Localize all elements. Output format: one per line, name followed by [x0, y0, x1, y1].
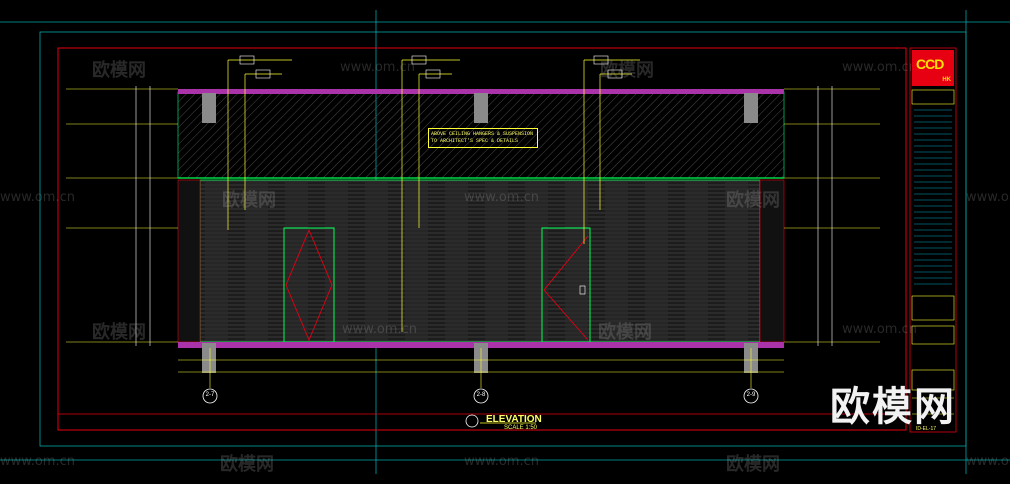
watermark-url-2: www.om.cn [842, 60, 917, 75]
ceiling-note: ABOVE CEILING HANGERS & SUSPENSION TO AR… [428, 128, 538, 148]
watermark-url-7: www.om.cn [842, 322, 917, 337]
logo-sub: HK [942, 77, 951, 83]
column-top-2 [474, 93, 488, 123]
grid-label-2-7: 2-7 [205, 392, 215, 398]
grid-label-2-9: 2-9 [746, 392, 756, 398]
drawing-scale: SCALE 1:50 [504, 425, 538, 431]
watermark-brand-4: 欧模网 [726, 190, 780, 211]
grid-label-2-8: 2-8 [476, 392, 486, 398]
watermark-url-8: www.om.cn [0, 454, 75, 469]
ccd-logo: CCD HK [912, 50, 954, 86]
watermark-brand-1: 欧模网 [92, 60, 146, 81]
watermark-brand-3: 欧模网 [222, 190, 276, 211]
drawing-number: ID-EL-17 [916, 426, 937, 432]
watermark-url-1: www.om.cn [340, 60, 415, 75]
drawing-title: ELEVATION [486, 414, 542, 425]
note-line-1: ABOVE CEILING HANGERS & SUSPENSION [431, 131, 534, 137]
watermark-url-5: www.om.cn [966, 190, 1010, 205]
watermark-brand-8: 欧模网 [726, 454, 780, 475]
column-top-3 [744, 93, 758, 123]
watermark-brand-5: 欧模网 [92, 322, 146, 343]
watermark-brand-2: 欧模网 [600, 60, 654, 81]
watermark-brand-6: 欧模网 [598, 322, 652, 343]
brand-watermark-large: 欧模网 [830, 384, 956, 430]
watermark-url-10: www.om.cn [966, 454, 1010, 469]
logo-text: CCD [916, 56, 944, 72]
note-line-2: TO ARCHITECT'S SPEC & DETAILS [431, 138, 519, 144]
watermark-url-4: www.om.cn [464, 190, 539, 205]
column-top-1 [202, 93, 216, 123]
title-bubble [465, 414, 479, 428]
watermark-url-3: www.om.cn [0, 190, 75, 205]
watermark-url-9: www.om.cn [464, 454, 539, 469]
watermark-url-6: www.om.cn [342, 322, 417, 337]
watermark-brand-7: 欧模网 [220, 454, 274, 475]
column-bottom-1 [202, 343, 216, 373]
